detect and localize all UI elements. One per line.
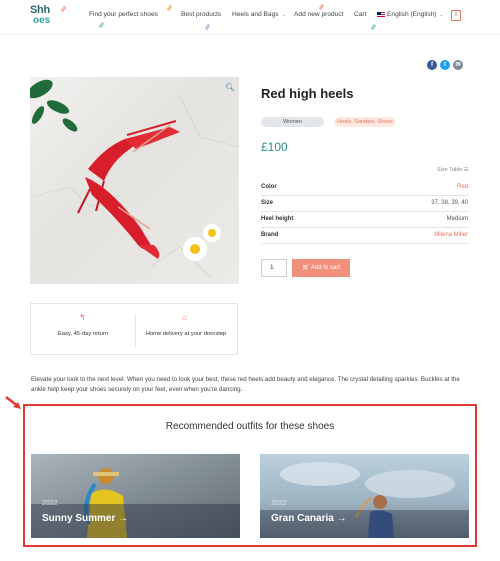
zoom-icon[interactable]: 🔍︎ bbox=[225, 83, 235, 92]
attribute-key: Brand bbox=[261, 232, 279, 238]
feature-box: ↰ Easy, 45-day return ⌂ Home delivery at… bbox=[30, 303, 238, 355]
outfit-name-label: Sunny Summer bbox=[42, 513, 116, 524]
nav-find-shoes[interactable]: Find your perfect shoes bbox=[89, 11, 158, 18]
confetti-decoration bbox=[204, 23, 211, 31]
chevron-down-icon: ⌄ bbox=[439, 12, 444, 18]
product-tag[interactable]: Women bbox=[261, 117, 324, 127]
confetti-decoration bbox=[370, 23, 377, 31]
attribute-row-heel-height: Heel height Medium bbox=[261, 211, 469, 228]
add-to-cart-label: Add to cart bbox=[310, 265, 340, 271]
language-label: English (English) bbox=[387, 11, 437, 18]
nav-cart[interactable]: Cart bbox=[354, 11, 366, 18]
chevron-down-icon: ⌄ bbox=[281, 12, 286, 18]
outfit-name: Sunny Summer → bbox=[42, 513, 128, 524]
cart-icon: 🛒︎ bbox=[302, 265, 311, 271]
product-image[interactable] bbox=[30, 77, 239, 284]
nav-heels-and-bags-label: Heels and Bags bbox=[232, 11, 279, 18]
nav-best-products[interactable]: Best products bbox=[181, 11, 221, 18]
arrow-right-icon: → bbox=[115, 513, 129, 524]
logo-text-line2: oes bbox=[33, 15, 51, 26]
outfit-photo bbox=[31, 454, 240, 538]
facebook-share-icon[interactable]: f bbox=[427, 60, 437, 70]
twitter-share-icon[interactable]: t bbox=[440, 60, 450, 70]
product-price: £100 bbox=[261, 140, 288, 154]
nav-add-product[interactable]: Add new product bbox=[294, 11, 344, 18]
attribute-row-brand: Brand Milena Miller bbox=[261, 227, 469, 244]
cart-count: 0 bbox=[454, 12, 458, 18]
attribute-row-color: Color Red bbox=[261, 179, 469, 196]
outfit-card-sunny-summer[interactable]: 2022 Sunny Summer → bbox=[31, 454, 240, 538]
site-header: Shh oes Find your perfect shoes Best pro… bbox=[0, 0, 500, 35]
attribute-value[interactable]: Red bbox=[457, 184, 468, 190]
attribute-value[interactable]: Milena Miller bbox=[434, 232, 468, 238]
feature-divider bbox=[135, 314, 136, 347]
attribute-key: Heel height bbox=[261, 216, 294, 222]
outfit-photo bbox=[260, 462, 469, 538]
attribute-row-size: Size 37, 38, 39, 40 bbox=[261, 195, 469, 212]
recommended-title: Recommended outfits for these shoes bbox=[165, 421, 335, 432]
product-title: Red high heels bbox=[261, 86, 354, 101]
outfit-year: 2022 bbox=[42, 500, 58, 507]
attribute-key: Size bbox=[261, 200, 274, 206]
confetti-decoration bbox=[98, 21, 105, 29]
outfit-card-gran-canaria[interactable]: 2022 Gran Canaria → bbox=[260, 454, 469, 538]
site-logo[interactable]: Shh oes bbox=[30, 4, 52, 30]
uk-flag-icon bbox=[377, 11, 385, 17]
arrow-right-icon: → bbox=[333, 513, 347, 524]
outfit-name-label: Gran Canaria bbox=[271, 513, 334, 524]
feature-text-delivery: Home delivery at your doorstep bbox=[145, 331, 227, 337]
attribute-key: Color bbox=[261, 184, 277, 190]
nav-heels-and-bags[interactable]: Heels and Bags ⌄ bbox=[232, 11, 286, 18]
email-share-icon[interactable]: ✉ bbox=[453, 60, 463, 70]
quantity-input[interactable]: 1 bbox=[261, 259, 287, 277]
home-icon: ⌂ bbox=[182, 313, 187, 322]
outfit-name: Gran Canaria → bbox=[271, 513, 347, 524]
attribute-value: 37, 38, 39, 40 bbox=[431, 200, 468, 206]
return-arrow-icon: ↰ bbox=[79, 313, 86, 322]
language-selector[interactable]: English (English) ⌄ bbox=[377, 11, 444, 18]
confetti-decoration bbox=[166, 4, 173, 12]
feature-text-return: Easy, 45-day return bbox=[57, 331, 109, 337]
attribute-value: Medium bbox=[446, 216, 468, 222]
confetti-decoration bbox=[60, 5, 67, 13]
red-heels-illustration bbox=[30, 79, 239, 278]
product-categories[interactable]: Heels, Sandals, Shoes bbox=[334, 117, 396, 127]
add-to-cart-button[interactable]: 🛒︎ Add to cart bbox=[292, 259, 350, 277]
size-table-link[interactable]: Size Table ☰ bbox=[437, 167, 469, 173]
product-description: Elevate your look to the next level. Whe… bbox=[31, 376, 460, 393]
cart-icon[interactable]: 0 bbox=[451, 10, 461, 21]
annotation-arrow-icon bbox=[5, 396, 21, 409]
outfit-year: 2022 bbox=[271, 500, 287, 507]
confetti-decoration bbox=[318, 3, 325, 11]
